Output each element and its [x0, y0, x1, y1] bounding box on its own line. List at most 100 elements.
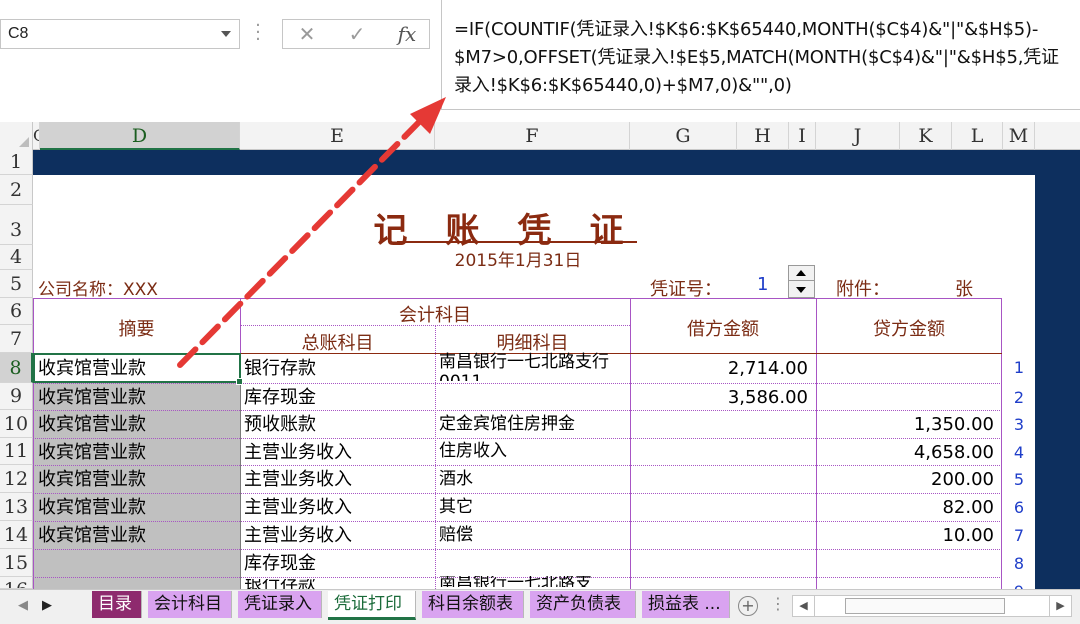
- debit-cell[interactable]: 2,714.00: [632, 355, 808, 383]
- column-header-h[interactable]: H: [737, 122, 789, 150]
- sheet-tab[interactable]: 凭证录入: [238, 591, 322, 618]
- row-header[interactable]: 9: [0, 383, 33, 410]
- active-cell-outline[interactable]: [33, 353, 241, 383]
- sheet-tab[interactable]: 会计科目: [148, 591, 232, 618]
- insert-function-button[interactable]: fx: [387, 20, 427, 48]
- detail-account-cell[interactable]: 南昌银行一七北路支行0011: [439, 352, 628, 381]
- row-header[interactable]: 13: [0, 493, 33, 521]
- general-account-cell[interactable]: 主营业务收入: [244, 495, 434, 521]
- tab-scroll-right-icon[interactable]: ▶: [42, 598, 52, 613]
- general-account-cell[interactable]: 银行存款: [244, 579, 434, 589]
- row-header[interactable]: 3: [0, 205, 33, 245]
- credit-cell[interactable]: [818, 579, 994, 589]
- row-header[interactable]: 16: [0, 577, 33, 589]
- summary-cell[interactable]: 收宾馆营业款: [38, 467, 238, 493]
- debit-cell[interactable]: [632, 495, 808, 521]
- cancel-icon[interactable]: ✕: [287, 20, 327, 48]
- debit-cell[interactable]: [632, 579, 808, 589]
- credit-cell[interactable]: 10.00: [818, 523, 994, 549]
- summary-cell[interactable]: 收宾馆营业款: [38, 440, 238, 465]
- debit-cell[interactable]: [632, 412, 808, 438]
- detail-account-cell[interactable]: 酒水: [439, 464, 628, 491]
- detail-account-cell[interactable]: [439, 548, 628, 575]
- row-header[interactable]: 11: [0, 438, 33, 465]
- summary-cell[interactable]: [38, 579, 238, 589]
- column-header-k[interactable]: K: [900, 122, 952, 150]
- drag-handle-icon[interactable]: · · ·: [254, 17, 262, 49]
- summary-cell[interactable]: 收宾馆营业款: [38, 385, 238, 410]
- row-header[interactable]: 10: [0, 410, 33, 438]
- credit-cell[interactable]: 4,658.00: [818, 440, 994, 465]
- column-header-d[interactable]: D: [40, 122, 240, 150]
- row-header[interactable]: 12: [0, 465, 33, 493]
- select-all-button[interactable]: [0, 122, 33, 150]
- general-account-cell[interactable]: 主营业务收入: [244, 523, 434, 549]
- chevron-down-icon[interactable]: [221, 31, 231, 37]
- summary-cell[interactable]: 收宾馆营业款: [38, 412, 238, 438]
- general-account-cell[interactable]: 主营业务收入: [244, 440, 434, 465]
- name-box[interactable]: C8: [0, 19, 240, 49]
- sheet-tab[interactable]: 目录: [92, 591, 142, 618]
- credit-cell[interactable]: [818, 355, 994, 383]
- general-account-cell[interactable]: 预收账款: [244, 412, 434, 438]
- detail-account-cell[interactable]: 南昌银行一七北路支: [439, 576, 628, 587]
- general-account-cell[interactable]: 库存现金: [244, 551, 434, 577]
- row-header[interactable]: 7: [0, 325, 33, 353]
- voucher-no-value[interactable]: 1: [757, 274, 768, 295]
- detail-account-cell[interactable]: 定金宾馆住房押金: [439, 409, 628, 436]
- debit-cell[interactable]: [632, 467, 808, 493]
- scrollbar-thumb[interactable]: [845, 598, 1005, 614]
- row-header[interactable]: 5: [0, 270, 33, 298]
- debit-cell[interactable]: [632, 440, 808, 465]
- column-header-l[interactable]: L: [952, 122, 1003, 150]
- tab-options-icon[interactable]: ⋮: [770, 594, 786, 613]
- detail-account-cell[interactable]: 赔偿: [439, 520, 628, 547]
- column-header-e[interactable]: E: [240, 122, 435, 150]
- summary-cell[interactable]: [38, 551, 238, 577]
- summary-cell[interactable]: 收宾馆营业款: [38, 495, 238, 521]
- debit-cell[interactable]: [632, 551, 808, 577]
- spin-up-button[interactable]: [789, 266, 814, 281]
- general-account-cell[interactable]: 主营业务收入: [244, 467, 434, 493]
- fill-handle[interactable]: [236, 378, 243, 385]
- voucher-no-spinner[interactable]: [788, 265, 815, 298]
- scroll-right-icon[interactable]: ▶: [1049, 596, 1071, 616]
- summary-cell[interactable]: 收宾馆营业款: [38, 523, 238, 549]
- credit-cell[interactable]: [818, 551, 994, 577]
- detail-account-cell[interactable]: 其它: [439, 492, 628, 519]
- enter-icon[interactable]: ✓: [337, 20, 377, 48]
- row-header[interactable]: 8: [0, 353, 33, 383]
- row-header[interactable]: 2: [0, 175, 33, 205]
- sheet-tab[interactable]: 损益表 ...: [642, 591, 730, 618]
- row-header[interactable]: 15: [0, 549, 33, 577]
- column-header-c[interactable]: C: [33, 122, 40, 150]
- spin-down-button[interactable]: [789, 282, 814, 297]
- detail-account-cell[interactable]: [439, 382, 628, 408]
- row-header[interactable]: 14: [0, 521, 33, 549]
- credit-cell[interactable]: 1,350.00: [818, 412, 994, 438]
- add-sheet-icon[interactable]: +: [738, 596, 758, 616]
- sheet-tab[interactable]: 资产负债表: [530, 591, 636, 618]
- sheet-tab[interactable]: 科目余额表: [422, 591, 524, 618]
- credit-cell[interactable]: [818, 385, 994, 410]
- credit-cell[interactable]: 200.00: [818, 467, 994, 493]
- column-header-g[interactable]: G: [630, 122, 737, 150]
- credit-cell[interactable]: 82.00: [818, 495, 994, 521]
- row-header[interactable]: 6: [0, 298, 33, 325]
- sheet-tab[interactable]: 凭证打印: [328, 591, 416, 620]
- row-header[interactable]: 1: [0, 150, 33, 175]
- general-account-cell[interactable]: 库存现金: [244, 385, 434, 410]
- horizontal-scrollbar[interactable]: ◀ ▶: [792, 595, 1072, 617]
- detail-account-cell[interactable]: 住房收入: [439, 437, 628, 463]
- general-account-cell[interactable]: 银行存款: [244, 355, 434, 383]
- formula-text[interactable]: =IF(COUNTIF(凭证录入!$K$6:$K$65440,MONTH($C$…: [454, 16, 1074, 100]
- row-header[interactable]: 4: [0, 245, 33, 270]
- formula-input[interactable]: =IF(COUNTIF(凭证录入!$K$6:$K$65440,MONTH($C$…: [441, 0, 1080, 110]
- column-header-i[interactable]: I: [789, 122, 816, 150]
- column-header-f[interactable]: F: [435, 122, 630, 150]
- scroll-left-icon[interactable]: ◀: [793, 596, 815, 616]
- column-header-j[interactable]: J: [816, 122, 900, 150]
- debit-cell[interactable]: 3,586.00: [632, 385, 808, 410]
- tab-scroll-left-icon[interactable]: ◀: [18, 598, 28, 613]
- debit-cell[interactable]: [632, 523, 808, 549]
